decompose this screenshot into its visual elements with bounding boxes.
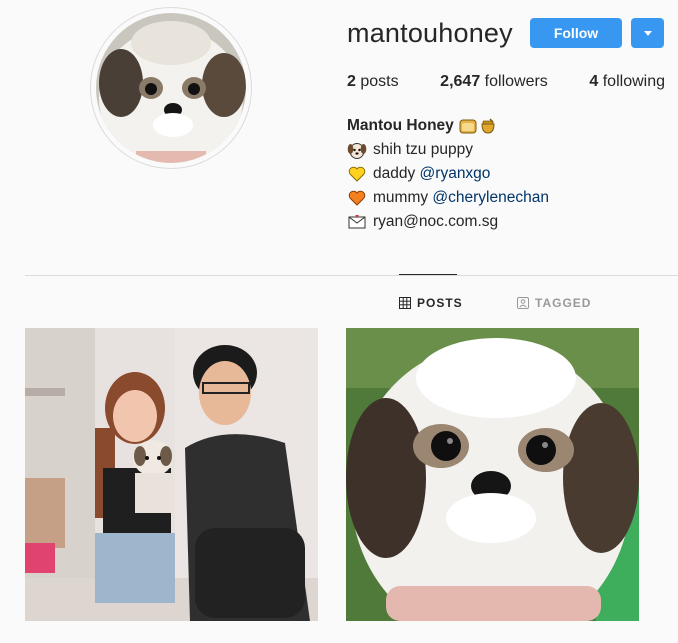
bio-line-text: ryan@noc.com.sg <box>373 213 499 230</box>
chevron-down-icon <box>643 30 652 36</box>
puppy-avatar-image <box>96 13 246 163</box>
mummy-mention-link[interactable]: @cherylenechan <box>432 186 549 210</box>
posts-label: posts <box>360 73 399 90</box>
followers-count: 2,647 <box>440 73 481 90</box>
post-thumbnail-1[interactable] <box>25 328 318 621</box>
bio-line-text: mummy <box>373 189 429 206</box>
follow-button[interactable]: Follow <box>530 18 622 48</box>
tab-tagged[interactable]: TAGGED <box>517 296 591 310</box>
bio-line-email: ryan@noc.com.sg <box>347 210 549 234</box>
grid-icon <box>399 297 411 309</box>
tabs-divider <box>25 275 678 276</box>
followers-label: followers <box>484 73 548 90</box>
following-stat[interactable]: 4 following <box>589 73 665 91</box>
bio-line-mummy: mummy @cherylenechan <box>347 186 549 210</box>
dog-face-icon <box>347 143 367 159</box>
tab-posts[interactable]: POSTS <box>399 296 463 310</box>
profile-display-name: Mantou Honey <box>347 117 454 134</box>
honey-pot-icon <box>481 118 495 134</box>
daddy-mention-link[interactable]: @ryanxgo <box>420 162 491 186</box>
avatar[interactable] <box>96 13 246 163</box>
active-tab-indicator <box>399 274 457 275</box>
bio-name-row: Mantou Honey <box>347 114 549 138</box>
more-options-button[interactable] <box>631 18 664 48</box>
couple-with-puppy-photo <box>25 328 318 621</box>
profile-avatar-ring[interactable] <box>90 7 252 169</box>
profile-username: mantouhoney <box>347 18 513 48</box>
puppy-closeup-photo <box>346 328 639 621</box>
post-thumbnail-2[interactable] <box>346 328 639 621</box>
yellow-heart-icon <box>348 166 366 182</box>
bio-line-breed: shih tzu puppy <box>347 138 549 162</box>
tab-posts-label: POSTS <box>417 296 463 310</box>
following-count: 4 <box>589 73 599 90</box>
tag-person-icon <box>517 297 529 309</box>
posts-stat: 2 posts <box>347 73 399 91</box>
tab-tagged-label: TAGGED <box>535 296 592 310</box>
bio-line-text: shih tzu puppy <box>373 141 473 158</box>
bio-line-daddy: daddy @ryanxgo <box>347 162 549 186</box>
profile-bio: Mantou Honey shih tzu puppy daddy @ryanx… <box>347 114 549 234</box>
followers-stat[interactable]: 2,647 followers <box>440 73 548 91</box>
following-label: following <box>602 73 665 90</box>
bread-icon <box>459 119 477 134</box>
orange-heart-icon <box>348 190 366 206</box>
envelope-icon <box>348 215 366 229</box>
profile-stats: 2 posts 2,647 followers 4 following <box>347 73 665 91</box>
posts-count: 2 <box>347 73 356 90</box>
bio-line-text: daddy <box>373 165 416 182</box>
